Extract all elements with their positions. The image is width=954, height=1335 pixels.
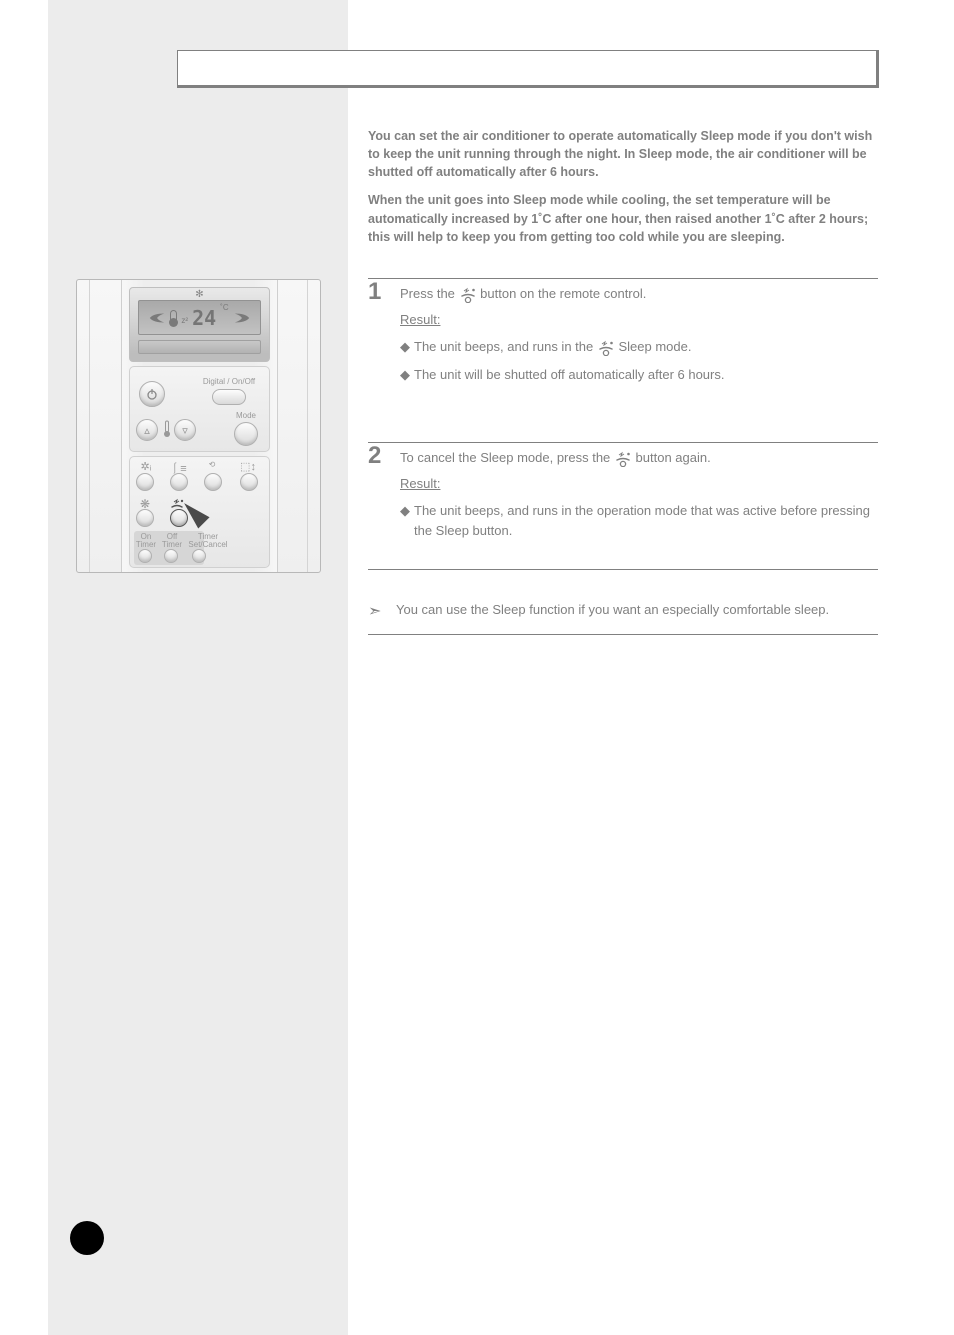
step-2-body: To cancel the Sleep mode, press the butt… — [400, 442, 878, 540]
bullet-icon: ◆ — [400, 501, 414, 540]
lcd-unit: ˚C — [220, 303, 228, 312]
sleep-icon — [597, 338, 615, 356]
step-2-rule-top — [368, 442, 878, 443]
title-box — [177, 50, 879, 88]
bullet-icon: ◆ — [400, 337, 414, 357]
step-2-number: 2 — [368, 442, 381, 470]
step-1-lead-after: button on the remote control. — [480, 286, 646, 301]
swing-label-icon: ⟲ — [202, 460, 222, 469]
step-1-body: Press the button on the remote control. … — [400, 278, 878, 384]
sleep-icon — [459, 285, 477, 303]
timer-set-cancel-button[interactable] — [192, 549, 206, 563]
step-1-rule-top — [368, 278, 878, 279]
step-2-lead-before: To cancel the Sleep mode, press the — [400, 450, 614, 465]
step-1-bullet-1: ◆ The unit beeps, and runs in the Sleep … — [400, 337, 878, 357]
bullet-icon: ◆ — [400, 365, 414, 385]
step-1-lead: Press the button on the remote control. — [400, 284, 878, 304]
step-2-result-block: Result: ◆ The unit beeps, and runs in th… — [400, 474, 878, 541]
lcd-main-row: z² 24 ˚C — [138, 300, 261, 335]
temp-down-button[interactable]: ▿ — [174, 419, 196, 441]
lcd-temperature: 24 — [192, 306, 216, 330]
swing-left-icon — [148, 311, 166, 325]
off-timer-label: Off Timer — [160, 533, 184, 549]
thermometer-icon-small — [163, 420, 171, 441]
left-background-strip — [48, 0, 348, 1335]
step-2-result-label: Result: — [400, 476, 440, 491]
swing-right-icon — [233, 311, 251, 325]
digital-onoff-label: Digital / On/Off — [190, 377, 268, 386]
off-timer-button[interactable] — [164, 549, 178, 563]
remote-lcd: ✻ z² 24 ˚C — [129, 287, 270, 362]
footnote-row: ➣ You can use the Sleep function if you … — [368, 600, 878, 624]
intro-text: You can set the air conditioner to opera… — [368, 127, 878, 246]
step-1-number: 1 — [368, 278, 381, 306]
step-1-lead-before: Press the — [400, 286, 459, 301]
sleep-zz-icon: z² — [181, 316, 188, 325]
sleep-icon — [614, 449, 632, 467]
on-timer-label: On Timer — [134, 533, 158, 549]
power-icon — [146, 388, 158, 400]
step-1-bullet-2-text: The unit will be shutted off automatical… — [414, 365, 724, 385]
swing-button[interactable] — [204, 473, 222, 491]
digital-onoff-button[interactable] — [212, 389, 246, 405]
page-number-circle — [70, 1221, 104, 1255]
mode-button[interactable] — [234, 422, 258, 446]
mode-label: Mode — [228, 411, 264, 420]
timer-set-cancel-label: Timer Set/Cancel — [186, 533, 230, 549]
step-2-lead: To cancel the Sleep mode, press the butt… — [400, 448, 878, 468]
remote-mid-group: Digital / On/Off ▵ ▿ Mode — [129, 366, 270, 452]
fan-button[interactable] — [136, 473, 154, 491]
footnote: ➣ You can use the Sleep function if you … — [368, 600, 878, 635]
footnote-rule — [368, 634, 878, 635]
title-text — [178, 51, 876, 67]
footnote-text: You can use the Sleep function if you wa… — [396, 600, 829, 624]
temp-up-button[interactable]: ▵ — [136, 419, 158, 441]
step-1-result-label: Result: — [400, 312, 440, 327]
power-button[interactable] — [139, 381, 165, 407]
note-arrow-icon: ➣ — [368, 600, 386, 624]
step-2: 2 To cancel the Sleep mode, press the bu… — [368, 442, 878, 570]
intro-paragraph-2: When the unit goes into Sleep mode while… — [368, 191, 878, 245]
step-2-rule-bottom — [368, 569, 878, 570]
intro-paragraph-1: You can set the air conditioner to opera… — [368, 127, 878, 181]
fan-icon: ✲ᵢ — [136, 460, 156, 473]
step-1-bullet-1-text: The unit beeps, and runs in the Sleep mo… — [414, 337, 691, 357]
step-2-bullet-1: ◆ The unit beeps, and runs in the operat… — [400, 501, 878, 540]
turbo-button[interactable] — [136, 509, 154, 527]
thermometer-icon — [170, 310, 177, 326]
step-1-bullet-2: ◆ The unit will be shutted off automatic… — [400, 365, 878, 385]
page: You can set the air conditioner to opera… — [0, 0, 954, 1335]
step-2-lead-after: button again. — [636, 450, 711, 465]
step-1-result-block: Result: ◆ The unit beeps, and runs in th… — [400, 310, 878, 385]
remote-control: ✻ z² 24 ˚C Digital / On/Off ▵ ▿ M — [76, 279, 321, 573]
flap-icon: ⬚↕ — [236, 460, 260, 473]
remote-low-group: ✲ᵢ ⎰≡ ⟲ ⬚↕ ❋ On Timer Off Timer Timer Se… — [129, 456, 270, 568]
airflow-button[interactable] — [170, 473, 188, 491]
on-timer-button[interactable] — [138, 549, 152, 563]
flap-button[interactable] — [240, 473, 258, 491]
lcd-bottom-row — [138, 340, 261, 354]
snowflake-icon: ✻ — [195, 289, 203, 300]
step-2-bullet-1-text: The unit beeps, and runs in the operatio… — [414, 501, 878, 540]
step-1: 1 Press the button on the remote control… — [368, 278, 878, 442]
